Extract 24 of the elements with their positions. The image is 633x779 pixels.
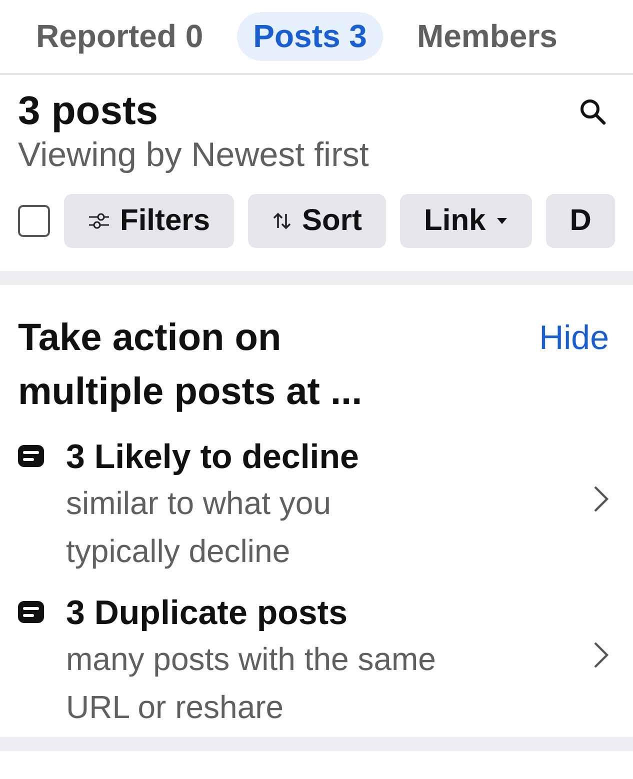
- list-icon: [18, 601, 44, 623]
- select-all-checkbox[interactable]: [18, 205, 50, 237]
- filter-chip[interactable]: Filters: [64, 194, 234, 248]
- tab[interactable]: Posts 3: [237, 12, 383, 61]
- action-title[interactable]: 3 Duplicate posts: [66, 591, 593, 635]
- list-icon: [18, 445, 44, 467]
- sort-arrows-icon: [272, 212, 292, 230]
- tab[interactable]: Members: [400, 12, 574, 61]
- tab[interactable]: Reported 0: [20, 12, 220, 61]
- chevron-right-icon[interactable]: [593, 485, 609, 513]
- section-title: Take action on multiple posts at ...: [18, 316, 364, 415]
- search-icon[interactable]: [579, 98, 607, 126]
- hide-link[interactable]: Hide: [539, 319, 609, 358]
- chevron-right-icon[interactable]: [593, 641, 609, 669]
- caret-icon: [496, 217, 508, 225]
- filter-chip[interactable]: Link: [400, 194, 532, 248]
- action-description: similar to what you typically decline: [66, 484, 332, 571]
- sliders-icon: [88, 213, 110, 229]
- filter-chip[interactable]: Sort: [248, 194, 386, 248]
- sort-order-text: Viewing by Newest first: [18, 136, 370, 175]
- filter-chip[interactable]: D: [546, 194, 616, 248]
- action-description: many posts with the same URL or reshare: [66, 640, 437, 727]
- posts-count-title: 3 posts: [18, 89, 158, 134]
- action-title[interactable]: 3 Likely to decline: [66, 435, 593, 479]
